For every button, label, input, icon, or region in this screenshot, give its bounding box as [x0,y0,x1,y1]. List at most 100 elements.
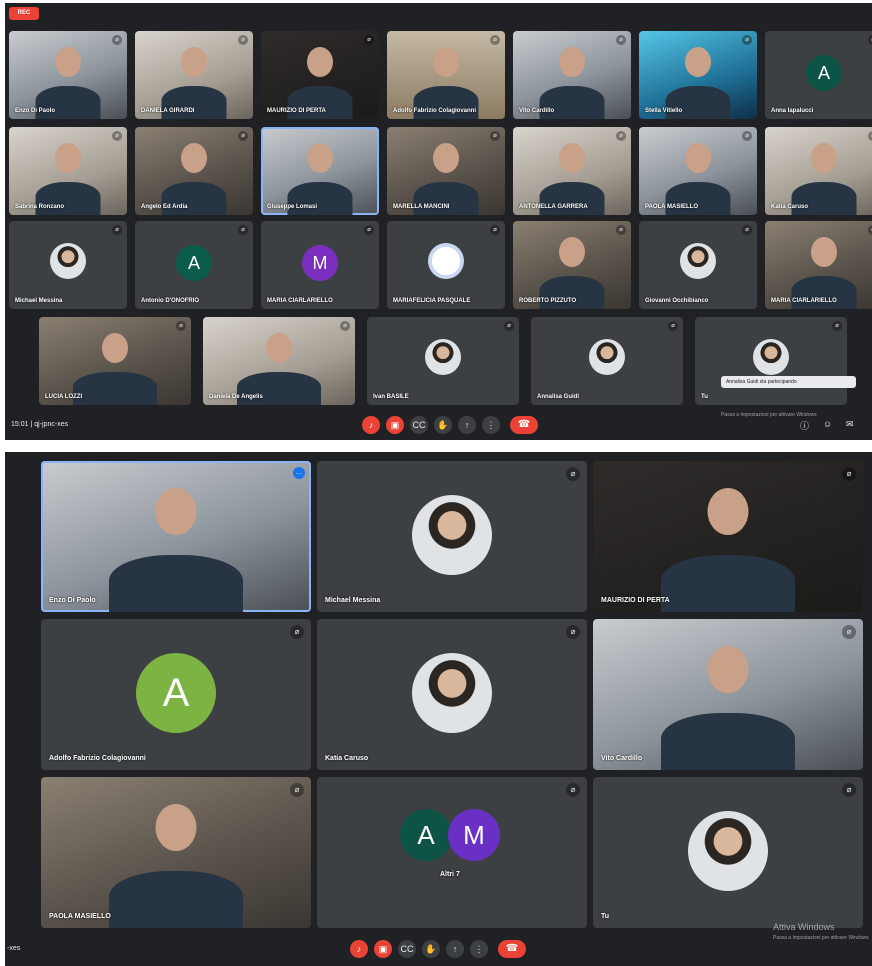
participant-video [261,127,379,215]
camera-off-button[interactable]: ▣ [374,940,392,958]
mic-muted-icon: ⌀ [504,321,514,331]
participant-tile-adolfo-fabrizio-colagiovanni[interactable]: A Adolfo Fabrizio Colagiovanni ⌀ [41,619,311,770]
camera-off-button[interactable]: ▣ [386,416,404,434]
participant-tile-paola-masiello[interactable]: PAOLA MASIELLO ⌀ [639,127,757,215]
participant-head [559,143,585,173]
participant-tile-enzo-di-paolo[interactable]: Enzo Di Paolo ⌀ [9,31,127,119]
mic-muted-icon: ⌀ [364,225,374,235]
profile-photo-avatar [589,339,625,375]
more-options-button[interactable]: ⋮ [470,940,488,958]
info-icon[interactable]: ⓘ [800,419,809,432]
mic-muted-icon: ⌀ [112,225,122,235]
participant-name: MARIAFELICIA PASQUALE [393,298,471,304]
mic-muted-icon: ⌀ [490,35,500,45]
participant-tile-daniela-de-angelis[interactable]: Daniela De Angelis ⌀ [203,317,355,405]
join-notification: Annalisa Guidi sta partecipando [721,376,856,388]
participant-name: Giuseppe Lomasi [267,204,318,210]
mic-off-button[interactable]: ♪ [362,416,380,434]
participant-tile-mariafelicia-pasquale[interactable]: MARIAFELICIA PASQUALE ⌀ [387,221,505,309]
avatar: A [400,809,452,861]
participant-tile-altri-7[interactable]: A M Altri 7 ⌀ [317,777,587,928]
participant-video [41,777,311,928]
participant-head [559,237,585,267]
participant-name: Giovanni Occhibianco [645,298,709,304]
tile-options-icon[interactable]: … [293,467,305,479]
participant-head [811,237,837,267]
participant-body [661,713,795,770]
participant-name: PAOLA MASIELLO [645,204,698,210]
meeting-code[interactable]: qj-jpnc-xes [34,421,68,428]
participant-head [155,804,197,851]
participant-tile-giuseppe-lomasi[interactable]: Giuseppe Lomasi [261,127,379,215]
participant-head [155,488,197,535]
participant-tile-maurizio-di-perta[interactable]: MAURIZIO DI PERTA ⌀ [261,31,379,119]
recording-badge: REC [9,7,39,20]
participant-tile-maria-ciarlariello[interactable]: MARIA CIARLARIELLO ⌀ [765,221,872,309]
participant-video [387,31,505,119]
captions-button[interactable]: CC [410,416,428,434]
participant-video [135,31,253,119]
participant-tile-sabrina-ronzano[interactable]: Sabrina Ronzano ⌀ [9,127,127,215]
meeting-code[interactable]: -xes [7,945,20,952]
participant-tile-antonio-d-onofrio[interactable]: A Antonio D'ONOFRIO ⌀ [135,221,253,309]
mic-muted-icon: ⌀ [868,131,872,141]
participant-tile-maria-ciarlariello[interactable]: M MARIA CIARLARIELLO ⌀ [261,221,379,309]
mic-muted-icon: ⌀ [238,225,248,235]
end-call-button[interactable]: ☎ [510,416,538,434]
mic-off-button[interactable]: ♪ [350,940,368,958]
participant-name: Ivan BASILE [373,394,409,400]
raise-hand-button[interactable]: ✋ [434,416,452,434]
participant-name: MARIA CIARLARIELLO [771,298,837,304]
present-button[interactable]: ↑ [446,940,464,958]
participant-tile-annalisa-guidi[interactable]: Annalisa Guidi ⌀ [531,317,683,405]
participant-tile-lucia-lozzi[interactable]: LUCIA LOZZI ⌀ [39,317,191,405]
captions-button[interactable]: CC [398,940,416,958]
raise-hand-button[interactable]: ✋ [422,940,440,958]
participant-tile-katia-caruso[interactable]: Katia Caruso ⌀ [317,619,587,770]
logo-avatar [428,243,464,279]
participant-tile-vito-cardillo[interactable]: Vito Cardillo ⌀ [513,31,631,119]
participant-tile-maurizio-di-perta[interactable]: MAURIZIO DI PERTA ⌀ [593,461,863,612]
present-button[interactable]: ↑ [458,416,476,434]
participant-video [639,31,757,119]
participant-body [539,276,605,309]
participant-head [307,47,333,77]
participant-head [102,333,128,363]
participant-tile-antonella-garrera[interactable]: ANTONELLA GARRERA ⌀ [513,127,631,215]
participant-tile-roberto-pizzuto[interactable]: ROBERTO PIZZUTO ⌀ [513,221,631,309]
participant-name: Sabrina Ronzano [15,204,65,210]
participant-tile-marella-mancini[interactable]: MARELLA MANCINI ⌀ [387,127,505,215]
participant-tile-stella-vitiello[interactable]: Stella Vitiello ⌀ [639,31,757,119]
participant-tile-tu[interactable]: Tu ⌀ [695,317,847,405]
participant-tile-katia-caruso[interactable]: Katia Caruso ⌀ [765,127,872,215]
participant-tile-daniela-girardi[interactable]: DANIELA GIRARDI ⌀ [135,31,253,119]
participant-video [135,127,253,215]
participant-tile-ivan-basile[interactable]: Ivan BASILE ⌀ [367,317,519,405]
mic-muted-icon: ⌀ [832,321,842,331]
participant-tile-tu[interactable]: Tu ⌀ [593,777,863,928]
participant-video [9,31,127,119]
end-call-button[interactable]: ☎ [498,940,526,958]
participant-name: Adolfo Fabrizio Colagiovanni [49,755,146,762]
avatar: M [448,809,500,861]
participant-tile-michael-messina[interactable]: Michael Messina ⌀ [317,461,587,612]
avatar: A [136,652,216,733]
participant-body [661,555,795,612]
participant-tile-anna-iapalucc[interactable]: A Anna Iapaluccì ⌀ [765,31,872,119]
participant-tile-paola-masiello[interactable]: PAOLA MASIELLO ⌀ [41,777,311,928]
mic-muted-icon: ⌀ [842,783,856,797]
participant-name: Annalisa Guidi [537,394,580,400]
people-icon[interactable]: ☺ [823,419,832,429]
participant-name: Antonio D'ONOFRIO [141,298,200,304]
participant-tile-vito-cardillo[interactable]: Vito Cardillo ⌀ [593,619,863,770]
participant-tile-adolfo-fabrizio-colagiovanni[interactable]: Adolfo Fabrizio Colagiovanni ⌀ [387,31,505,119]
participant-tile-giovanni-occhibianco[interactable]: Giovanni Occhibianco ⌀ [639,221,757,309]
chat-icon[interactable]: ✉ [846,419,854,430]
participant-video [513,31,631,119]
participant-tile-michael-messina[interactable]: Michael Messina ⌀ [9,221,127,309]
participant-tile-enzo-di-paolo[interactable]: Enzo Di Paolo… [41,461,311,612]
mic-muted-icon: ⌀ [616,35,626,45]
more-options-button[interactable]: ⋮ [482,416,500,434]
others-count: Altri 7 [440,871,460,878]
participant-tile-angelo-ed-ardia[interactable]: Angelo Ed Ardia ⌀ [135,127,253,215]
